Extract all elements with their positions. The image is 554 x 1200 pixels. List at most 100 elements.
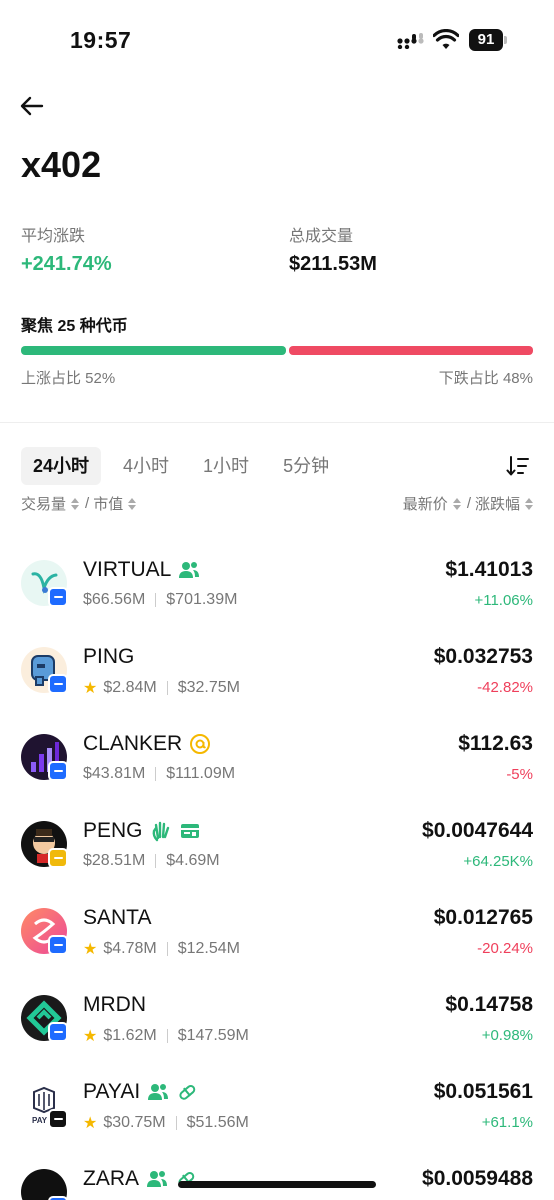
token-price: $0.032753 [433,645,533,668]
up-down-ratio-bar [21,346,533,355]
token-symbol: PING [83,645,135,668]
sort-separator: / [466,495,471,512]
token-name-group: VIRTUAL [83,558,200,582]
token-market-cap: $51.56M [186,1114,249,1131]
total-volume-value: $211.53M [289,253,377,275]
star-icon: ★ [83,1115,98,1132]
token-symbol: PAYAI [83,1080,141,1103]
sort-order-icon[interactable] [506,454,530,478]
token-metrics: ★ $1.62M $147.59M [83,1026,249,1046]
tab-4h[interactable]: 4小时 [111,447,181,485]
token-market-cap: $12.54M [177,940,240,957]
token-market-cap: $32.75M [177,679,240,696]
token-row-virtual[interactable]: VIRTUAL $66.56M $701.39M $1.41013 +11.06% [0,540,554,627]
token-symbol: MRDN [83,993,146,1016]
up-ratio-label: 上涨占比 52% [21,370,116,387]
token-change: -42.82% [477,679,533,696]
token-symbol: PENG [83,819,143,842]
sort-right: 最新价 / 涨跌幅 [403,493,535,514]
token-name-group: PENG [83,819,201,843]
token-price: $0.14758 [445,993,533,1016]
token-change: +61.1% [481,1114,533,1131]
sort-volume-label: 交易量 [21,496,67,513]
token-price: $0.0047644 [422,819,533,842]
token-volume: $66.56M [83,591,146,608]
token-name-group: SANTA [83,906,151,930]
tab-24h[interactable]: 24小时 [21,447,102,485]
sort-mcap-label: 市值 [93,496,124,513]
ratio-up-segment [21,346,286,355]
token-volume: $4.78M [103,940,157,957]
pill-icon [176,1081,198,1103]
page-title: x402 [21,144,102,185]
token-name-group: PAYAI [83,1080,198,1104]
chain-badge-icon [48,761,68,781]
token-row-zara[interactable]: ZARA $0.0059488 [0,1149,554,1200]
token-name-group: CLANKER [83,732,211,756]
ratio-down-segment [289,346,533,355]
token-volume: $1.62M [103,1027,157,1044]
community-icon [178,559,200,581]
metric-divider [155,854,157,868]
sort-price-label: 最新价 [402,496,448,513]
sort-arrows-icon [128,497,137,510]
token-name-group: PING [83,645,134,669]
token-volume: $30.75M [103,1114,166,1131]
token-price: $1.41013 [445,558,533,581]
token-metrics: ★ $2.84M $32.75M [83,678,240,698]
community-icon [146,1168,168,1190]
token-change: -5% [506,766,533,783]
tab-1h[interactable]: 1小时 [191,447,261,485]
chain-badge-icon [48,1022,68,1042]
token-symbol: SANTA [83,906,152,929]
token-row-clanker[interactable]: CLANKER $43.81M $111.09M $112.63 -5% [0,714,554,801]
tab-5m[interactable]: 5分钟 [271,447,341,485]
cellular-signal-icon [397,33,424,49]
token-metrics: ★ $4.78M $12.54M [83,939,240,959]
token-market-cap: $701.39M [166,591,238,608]
sort-left: 交易量 / 市值 [21,493,138,514]
token-row-ping[interactable]: PING ★ $2.84M $32.75M $0.032753 -42.82% [0,627,554,714]
sort-by-volume[interactable]: 交易量 [21,493,81,514]
token-volume: $43.81M [83,765,146,782]
metric-divider [166,681,168,695]
token-market-cap: $111.09M [166,765,236,782]
token-price: $112.63 [458,732,533,755]
token-change: +0.98% [481,1027,533,1044]
home-indicator [178,1181,376,1188]
token-symbol: ZARA [83,1167,140,1190]
chain-badge-icon [48,587,68,607]
sort-by-price[interactable]: 最新价 [403,493,463,514]
token-metrics: $28.51M $4.69M [83,852,220,870]
sort-by-mcap[interactable]: 市值 [93,493,138,514]
metric-divider [166,1029,168,1043]
token-row-santa[interactable]: SANTA ★ $4.78M $12.54M $0.012765 -20.24% [0,888,554,975]
card-icon [179,820,201,842]
sort-separator: / [85,495,90,512]
metric-divider [155,767,157,781]
token-row-mrdn[interactable]: MRDN ★ $1.62M $147.59M $0.14758 +0.98% [0,975,554,1062]
token-volume: $28.51M [83,852,146,869]
token-volume: $2.84M [103,679,157,696]
focus-title: 聚焦 25 种代币 [21,318,128,335]
token-market-cap: $4.69M [166,852,220,869]
chain-badge-icon [48,1109,68,1129]
token-row-payai[interactable]: PAY PAYAI ★ $30.75M $51.56M $0.051561 +61.1% [0,1062,554,1149]
star-icon: ★ [83,941,98,958]
token-row-peng[interactable]: PENG $28.51M $4.69M $0.0047644 +64.25K% [0,801,554,888]
wifi-icon [433,29,459,49]
down-ratio-label: 下跌占比 48% [438,370,533,387]
back-arrow-icon[interactable] [18,92,46,120]
sort-by-change[interactable]: 涨跌幅 [475,493,535,514]
token-change: -20.24% [477,940,533,957]
total-volume-label: 总成交量 [289,228,354,245]
token-name-group: MRDN [83,993,146,1017]
token-change: +11.06% [474,592,533,609]
timeframe-tabs: 24小时 4小时 1小时 5分钟 [21,447,341,485]
community-icon [147,1081,169,1103]
status-bar: 19:57 91 [0,0,554,80]
chain-badge-icon [48,674,68,694]
sort-arrows-icon [525,497,533,510]
token-change: +64.25K% [463,853,533,870]
battery-tip [504,36,507,44]
